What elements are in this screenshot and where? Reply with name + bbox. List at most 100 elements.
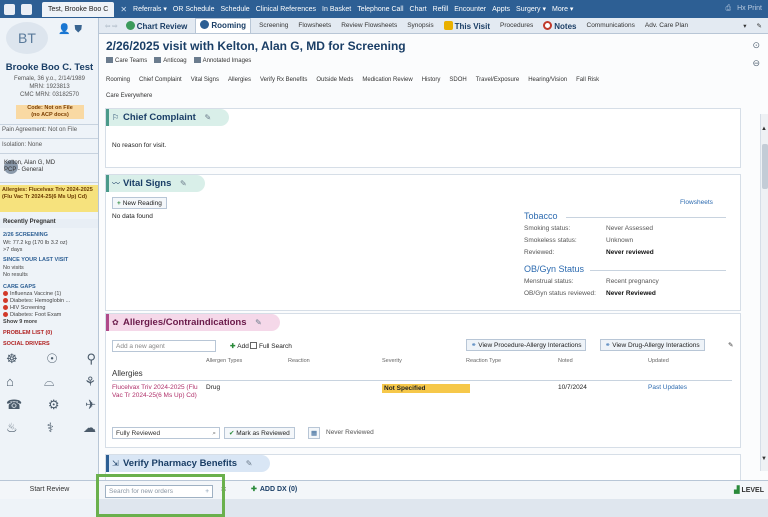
allergies-header[interactable]: ✿ Allergies/Contraindications ✎	[106, 314, 280, 331]
nav-chief-complaint[interactable]: Chief Complaint	[139, 77, 182, 83]
nav-vital-signs[interactable]: Vital Signs	[191, 77, 219, 83]
add-allergy-button[interactable]: ✚ Add	[230, 342, 249, 350]
social-driver-icon[interactable]: ⚘	[84, 374, 96, 390]
view-drug-allergy-button[interactable]: ⚭ View Drug-Allergy Interactions	[600, 339, 705, 351]
social-driver-icon[interactable]: ☸	[6, 351, 18, 367]
nav-travel-exposure[interactable]: Travel/Exposure	[476, 77, 519, 83]
epic-menu-icon[interactable]	[4, 3, 15, 15]
code-status-badge[interactable]: Code: Not on File (no ACP docs)	[16, 105, 84, 119]
nav-fall-risk[interactable]: Fall Risk	[576, 77, 599, 83]
toolbar-or-schedule[interactable]: OR Schedule	[173, 6, 215, 13]
tab-screening[interactable]: Screening	[257, 22, 290, 29]
patient-name[interactable]: Brooke Boo C. Test	[0, 62, 98, 73]
nav-history[interactable]: History	[422, 77, 441, 83]
toolbar-more[interactable]: More ▾	[552, 5, 573, 13]
past-updates-link[interactable]: Past Updates	[648, 384, 687, 391]
toolbar-encounter[interactable]: Encounter	[454, 6, 486, 13]
tab-flowsheets[interactable]: Flowsheets	[296, 22, 333, 29]
close-tab-icon[interactable]: ✕	[120, 5, 127, 14]
level-of-service[interactable]: ▟ LEVEL	[734, 486, 764, 494]
annotated-images-link[interactable]: Annotated Images	[193, 57, 251, 64]
care-gap-item[interactable]: Influenza Vaccine (1)	[10, 291, 61, 297]
nav-rooming[interactable]: Rooming	[106, 77, 130, 83]
toolbar-referrals[interactable]: Referrals ▾	[133, 5, 167, 13]
scroll-thumb[interactable]	[762, 144, 768, 189]
view-procedure-allergy-button[interactable]: ⚭ View Procedure-Allergy Interactions	[466, 339, 587, 351]
pin-icon[interactable]: ✎	[728, 341, 733, 349]
tab-notes[interactable]: Notes	[541, 20, 578, 31]
problem-list-title[interactable]: PROBLEM LIST (0)	[3, 330, 52, 336]
chevron-down-icon[interactable]: ▾	[743, 22, 746, 30]
social-driver-icon[interactable]: ☁	[83, 420, 96, 436]
social-driver-icon[interactable]: ☉	[46, 351, 58, 367]
pharmacy-benefits-header[interactable]: ⇲ Verify Pharmacy Benefits ✎	[106, 455, 271, 472]
new-reading-button[interactable]: + New Reading	[112, 197, 167, 209]
main-scrollbar[interactable]	[760, 114, 768, 471]
social-driver-icon[interactable]: ⌂	[6, 374, 14, 390]
nav-allergies[interactable]: Allergies	[228, 77, 251, 83]
tab-synopsis[interactable]: Synopsis	[405, 22, 435, 29]
screening-title[interactable]: 2/26 SCREENING	[3, 232, 48, 238]
nav-sdoh[interactable]: SDOH	[449, 77, 466, 83]
anticoag-link[interactable]: Anticoag	[154, 57, 187, 64]
allergen-link[interactable]: Flucelvax Triv 2024-2025 (Flu Vac Tr 202…	[112, 384, 198, 400]
show-more-care-gaps[interactable]: Show 9 more	[3, 319, 37, 326]
nav-outside-meds[interactable]: Outside Meds	[316, 77, 353, 83]
social-driver-icon[interactable]: ☎	[6, 397, 22, 413]
toolbar-refill[interactable]: Refill	[433, 6, 449, 13]
toolbar-chart[interactable]: Chart	[410, 6, 427, 13]
flowsheets-link[interactable]: Flowsheets	[680, 199, 713, 206]
review-status-field[interactable]: Fully Reviewed ⌕	[112, 427, 220, 439]
vital-signs-header[interactable]: 〰 Vital Signs ✎	[106, 175, 205, 192]
scroll-up-icon[interactable]: ▲	[761, 126, 767, 132]
toolbar-telephone-call[interactable]: Telephone Call	[357, 6, 403, 13]
care-teams-link[interactable]: Care Teams	[106, 57, 147, 64]
collapse-icon[interactable]: ⊖	[752, 58, 760, 69]
nav-verify-rx-benefits[interactable]: Verify Rx Benefits	[260, 77, 307, 83]
edit-pencil-icon[interactable]: ✎	[204, 113, 211, 122]
toolbar-in-basket[interactable]: In Basket	[322, 6, 351, 13]
patient-tab[interactable]: Test, Brooke Boo C	[42, 1, 115, 17]
toolbar-appts[interactable]: Appts	[492, 6, 510, 13]
pcp-card[interactable]: Kelton, Alan G, MD PCP - General	[4, 160, 55, 174]
back-forward-icon[interactable]: ⇦ ⇨	[105, 22, 118, 30]
nav-medication-review[interactable]: Medication Review	[362, 77, 412, 83]
toolbar-print[interactable]: Hx Print	[737, 5, 762, 13]
toolbar-schedule[interactable]: Schedule	[221, 6, 250, 13]
tab-rooming[interactable]: Rooming	[195, 18, 252, 33]
mark-as-reviewed-button[interactable]: ✔ Mark as Reviewed	[224, 427, 295, 439]
social-drivers-title[interactable]: SOCIAL DRIVERS	[3, 341, 50, 347]
patient-avatar[interactable]: BT	[6, 22, 48, 54]
screen-icon[interactable]	[21, 3, 32, 15]
chief-complaint-header[interactable]: ⚐ Chief Complaint ✎	[106, 109, 230, 126]
add-agent-input[interactable]: Add a new agent	[112, 340, 216, 352]
social-driver-icon[interactable]: ⚲	[86, 351, 96, 367]
start-review-button[interactable]: Start Review	[0, 480, 99, 499]
edit-pencil-icon[interactable]: ✎	[180, 179, 187, 188]
person-icon[interactable]: 👤	[58, 24, 70, 35]
since-last-visit-title[interactable]: SINCE YOUR LAST VISIT	[3, 257, 68, 263]
bed-icon[interactable]: ⛊	[74, 24, 82, 35]
tab-review-flowsheets[interactable]: Review Flowsheets	[339, 22, 399, 29]
care-gap-item[interactable]: HIV Screening	[10, 305, 45, 311]
tab-procedures[interactable]: Procedures	[498, 22, 535, 29]
social-driver-icon[interactable]: ✈	[85, 397, 96, 413]
scroll-down-icon[interactable]: ▼	[761, 456, 767, 462]
allergy-banner[interactable]: Allergies: Flucelvax Triv 2024-2025 (Flu…	[0, 185, 98, 212]
full-search-checkbox[interactable]: Full Search	[250, 342, 292, 350]
social-driver-icon[interactable]: ⚕	[47, 420, 54, 436]
tab-communications[interactable]: Communications	[585, 22, 637, 29]
social-driver-icon[interactable]: ♨	[6, 420, 18, 436]
nav-care-everywhere[interactable]: Care Everywhere	[106, 93, 152, 99]
social-driver-icon[interactable]: ⚙	[48, 397, 60, 413]
toolbar-surgery[interactable]: Surgery ▾	[516, 5, 546, 13]
tab-chart-review[interactable]: Chart Review	[124, 20, 190, 31]
edit-pencil-icon[interactable]: ✎	[246, 459, 253, 468]
nav-hearing-vision[interactable]: Hearing/Vision	[528, 77, 567, 83]
calendar-icon[interactable]: ▦	[308, 427, 320, 439]
tab-this-visit[interactable]: This Visit	[442, 20, 492, 31]
social-driver-icon[interactable]: ⌓	[44, 374, 54, 390]
pin-icon[interactable]: ✎	[757, 22, 762, 30]
help-icon[interactable]: ⊙	[752, 40, 760, 51]
recently-pregnant-flag[interactable]: Recently Pregnant	[0, 219, 98, 228]
